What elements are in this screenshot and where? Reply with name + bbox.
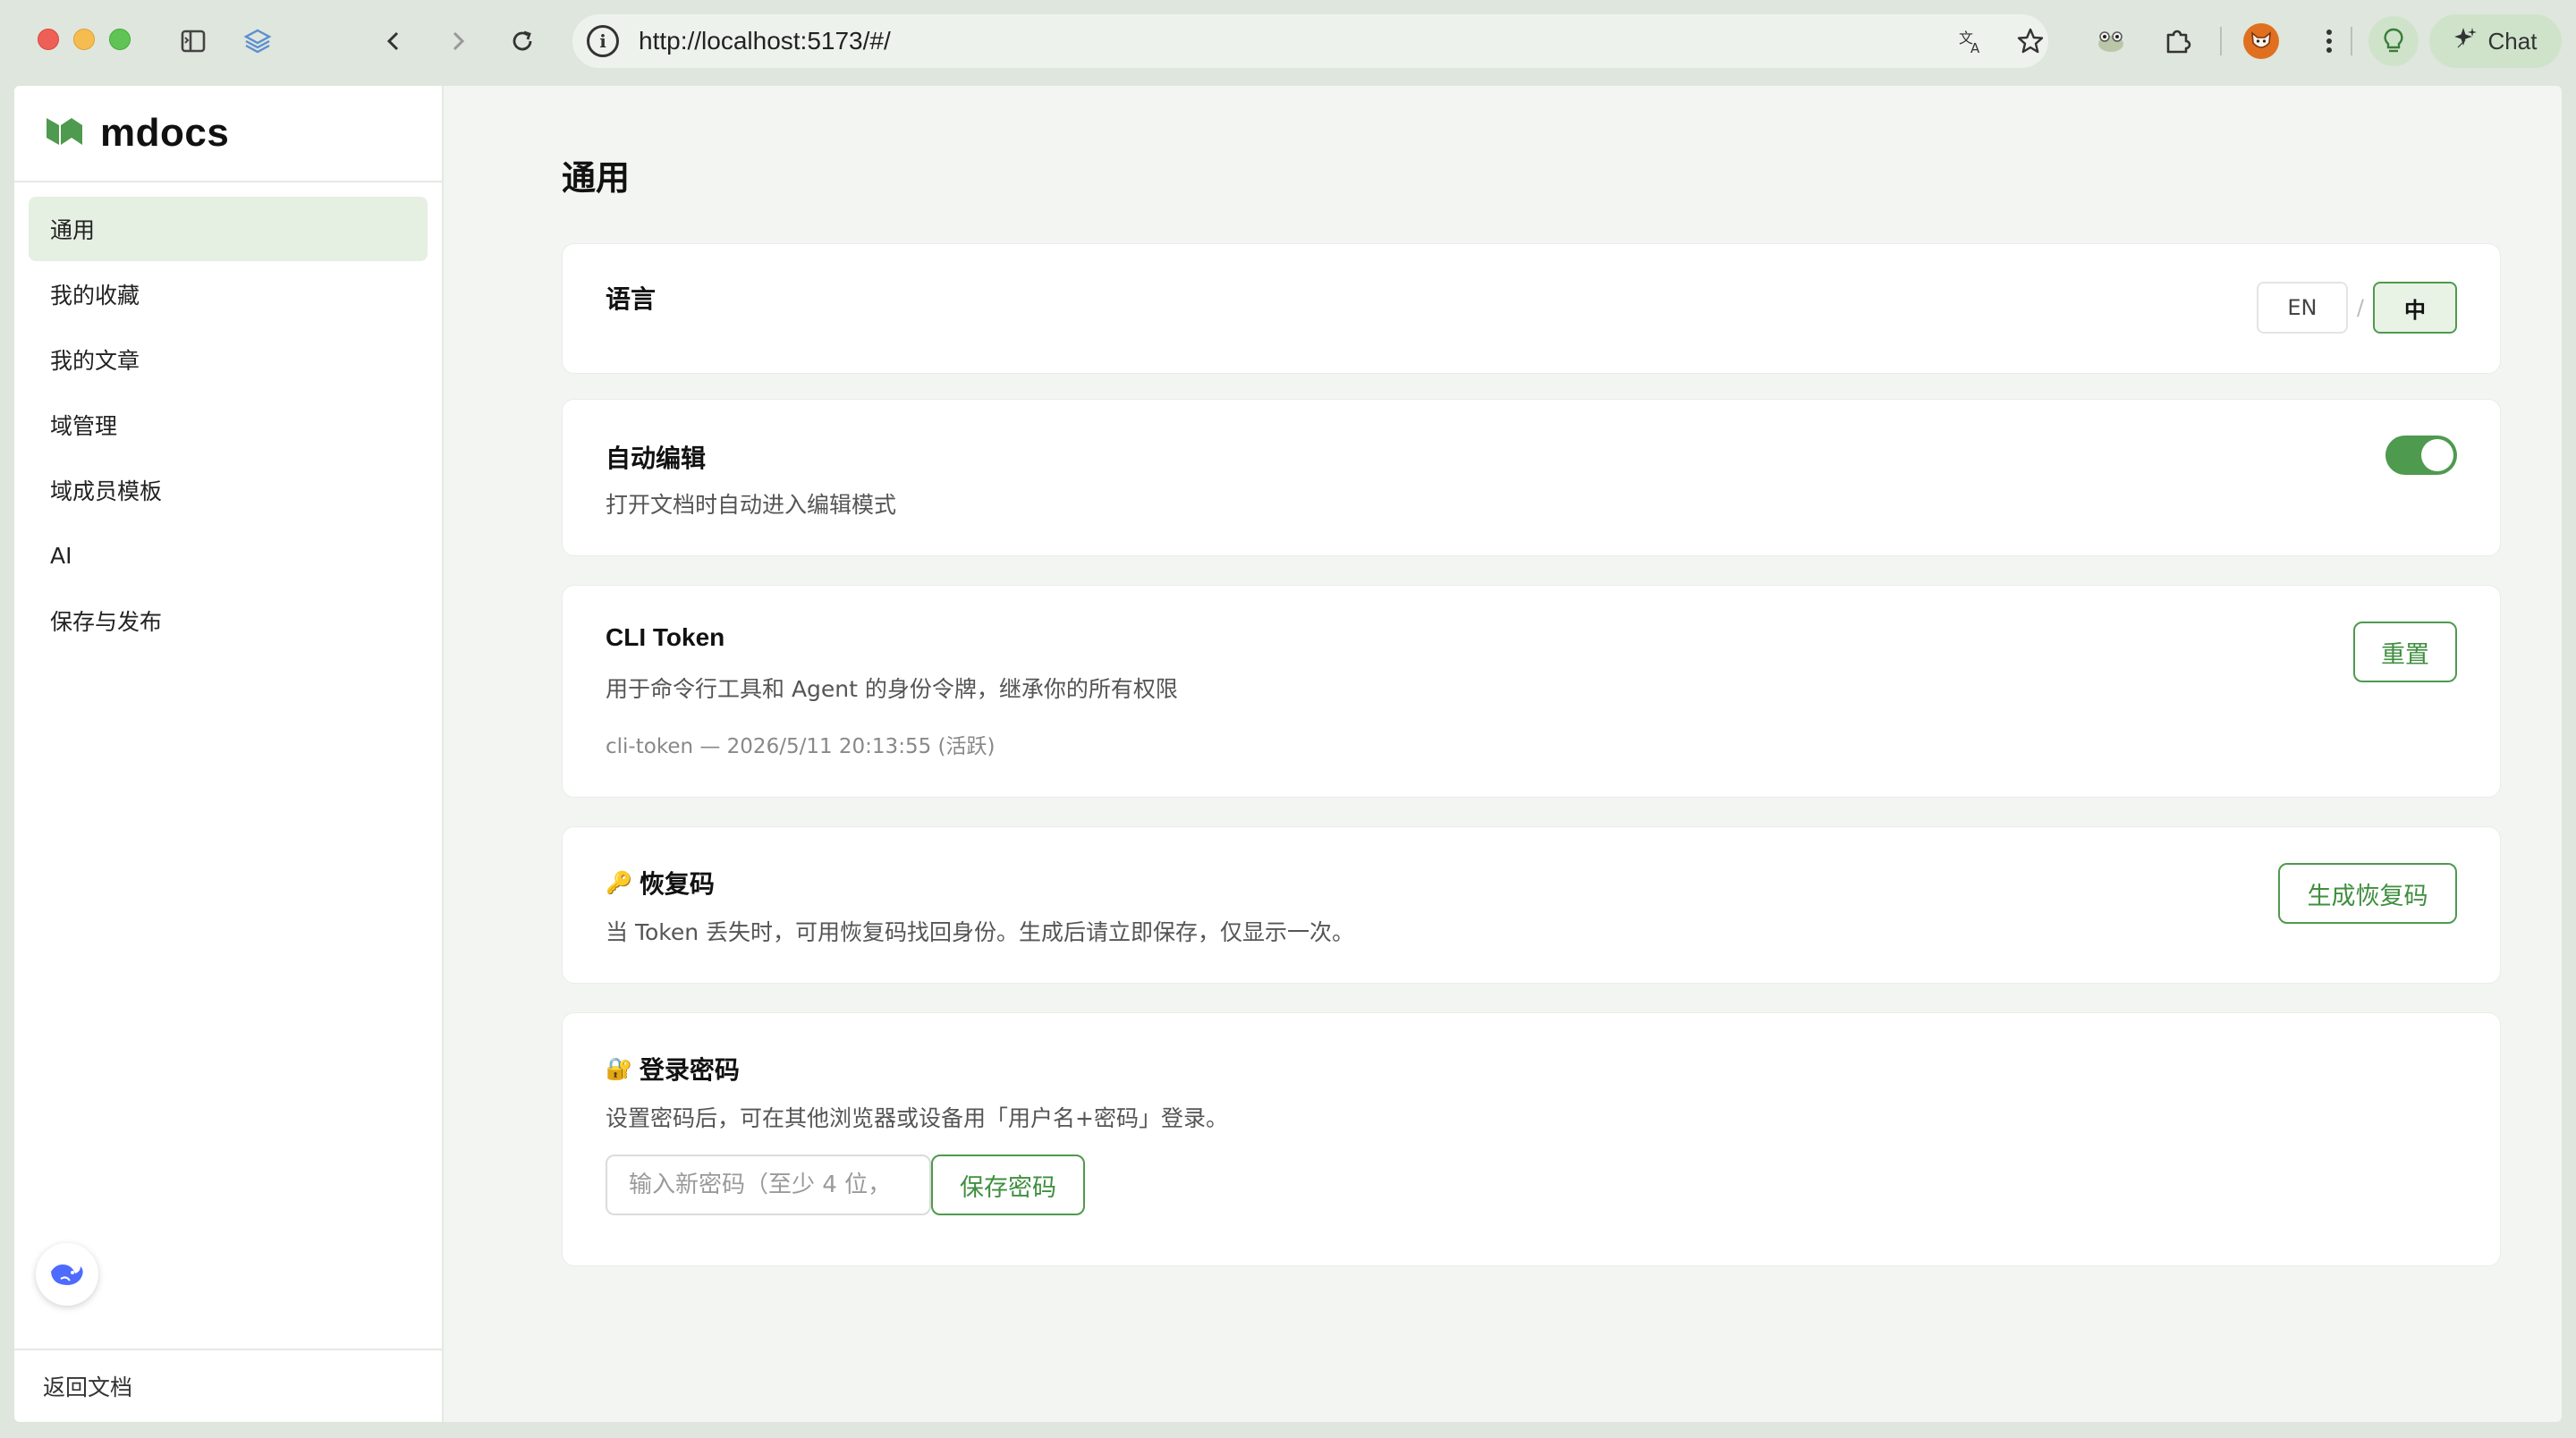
sidebar-item-domain-member-templates[interactable]: 域成员模板 xyxy=(29,458,428,522)
language-card: 语言 EN / 中 xyxy=(562,243,2501,374)
lang-zh-button[interactable]: 中 xyxy=(2373,282,2457,334)
auto-edit-title: 自动编辑 xyxy=(606,444,707,473)
recovery-code-card: 🔑 恢复码 当 Token 丢失时，可用恢复码找回身份。生成后请立即保存，仅显示… xyxy=(562,826,2501,984)
toolbar-divider xyxy=(2351,27,2352,55)
toolbar-divider xyxy=(2220,27,2222,55)
forward-arrow-icon[interactable] xyxy=(440,23,476,59)
brand-name: mdocs xyxy=(100,111,230,155)
recovery-title: 恢复码 xyxy=(639,869,715,899)
sidebar-item-my-articles[interactable]: 我的文章 xyxy=(29,327,428,392)
new-password-input[interactable] xyxy=(606,1155,931,1215)
language-title: 语言 xyxy=(606,284,657,314)
lightbulb-icon[interactable] xyxy=(2368,16,2419,66)
app-window: mdocs 通用 我的收藏 我的文章 域管理 域成员模板 AI 保存与发布 返回… xyxy=(14,86,2562,1422)
back-to-docs-link[interactable]: 返回文档 xyxy=(14,1349,442,1422)
logo-icon xyxy=(45,116,84,150)
page-title: 通用 xyxy=(562,158,631,198)
save-password-button[interactable]: 保存密码 xyxy=(931,1155,1085,1215)
cli-token-meta: cli-token — 2026/5/11 20:13:55 (活跃) xyxy=(606,735,996,758)
reload-icon[interactable] xyxy=(504,23,540,59)
settings-main: 通用 语言 EN / 中 自动编辑 打开文档时自动进入编辑模式 CLI Toke… xyxy=(444,86,2562,1422)
back-arrow-icon[interactable] xyxy=(376,23,411,59)
auto-edit-toggle[interactable] xyxy=(2385,436,2457,475)
toggle-knob xyxy=(2421,439,2453,471)
sidebar: mdocs 通用 我的收藏 我的文章 域管理 域成员模板 AI 保存与发布 返回… xyxy=(14,86,444,1422)
frog-extension-icon[interactable] xyxy=(2093,23,2129,59)
maximize-window-button[interactable] xyxy=(109,29,131,50)
address-bar[interactable]: i http://localhost:5173/#/ xyxy=(572,14,2048,68)
reset-token-button[interactable]: 重置 xyxy=(2353,622,2457,682)
language-switch: EN / 中 xyxy=(2256,282,2457,334)
sidebar-item-general[interactable]: 通用 xyxy=(29,197,428,261)
sidebar-item-ai[interactable]: AI xyxy=(29,523,428,588)
minimize-window-button[interactable] xyxy=(73,29,95,50)
chat-label: Chat xyxy=(2487,27,2538,55)
site-info-icon[interactable]: i xyxy=(587,25,619,57)
svg-text:A: A xyxy=(1970,40,1980,55)
cli-token-desc: 用于命令行工具和 Agent 的身份令牌，继承你的所有权限 xyxy=(606,676,1178,702)
puzzle-icon[interactable] xyxy=(2159,23,2195,59)
password-title-row: 🔐 登录密码 xyxy=(606,1051,740,1087)
layers-icon[interactable] xyxy=(240,23,275,59)
auto-edit-desc: 打开文档时自动进入编辑模式 xyxy=(606,492,897,518)
password-card: 🔐 登录密码 设置密码后，可在其他浏览器或设备用「用户名+密码」登录。 保存密码 xyxy=(562,1012,2501,1266)
recovery-title-row: 🔑 恢复码 xyxy=(606,865,715,901)
auto-edit-card: 自动编辑 打开文档时自动进入编辑模式 xyxy=(562,399,2501,556)
cli-token-title: CLI Token xyxy=(606,623,725,651)
browser-chrome: i http://localhost:5173/#/ 文A Chat xyxy=(0,0,2576,86)
close-window-button[interactable] xyxy=(38,29,59,50)
sidebar-nav: 通用 我的收藏 我的文章 域管理 域成员模板 AI 保存与发布 xyxy=(14,182,442,668)
cli-token-card: CLI Token 用于命令行工具和 Agent 的身份令牌，继承你的所有权限 … xyxy=(562,585,2501,798)
chat-button[interactable]: Chat xyxy=(2429,14,2562,68)
generate-recovery-code-button[interactable]: 生成恢复码 xyxy=(2278,863,2457,924)
lang-divider: / xyxy=(2356,295,2364,320)
translate-icon[interactable]: 文A xyxy=(1953,23,1989,59)
password-title: 登录密码 xyxy=(639,1055,740,1085)
password-desc: 设置密码后，可在其他浏览器或设备用「用户名+密码」登录。 xyxy=(606,1105,1228,1131)
sidebar-item-domain-management[interactable]: 域管理 xyxy=(29,393,428,457)
lang-en-button[interactable]: EN xyxy=(2256,282,2348,334)
sidebar-item-favorites[interactable]: 我的收藏 xyxy=(29,262,428,326)
kebab-menu-icon[interactable] xyxy=(2311,23,2347,59)
key-icon: 🔑 xyxy=(606,870,632,895)
sidebar-toggle-icon[interactable] xyxy=(175,23,211,59)
recovery-desc: 当 Token 丢失时，可用恢复码找回身份。生成后请立即保存，仅显示一次。 xyxy=(606,919,1355,945)
lock-icon: 🔐 xyxy=(606,1056,632,1081)
deepseek-whale-icon[interactable] xyxy=(36,1243,98,1306)
star-icon[interactable] xyxy=(2012,23,2048,59)
fox-avatar-icon[interactable] xyxy=(2243,23,2279,59)
sidebar-item-save-publish[interactable]: 保存与发布 xyxy=(29,588,428,653)
brand[interactable]: mdocs xyxy=(14,86,442,182)
url-text[interactable]: http://localhost:5173/#/ xyxy=(639,27,891,55)
window-controls xyxy=(38,29,131,50)
chat-spark-icon xyxy=(2453,26,2479,57)
